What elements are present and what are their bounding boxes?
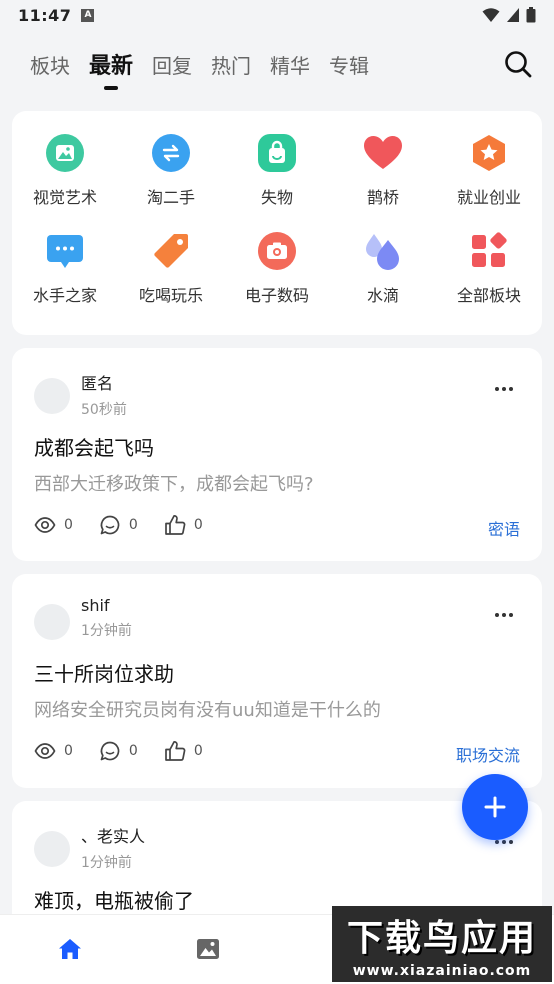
eye-icon [34,743,56,759]
eye-icon [34,517,56,533]
heart-icon [363,133,403,173]
avatar[interactable] [34,831,70,867]
post-card[interactable]: shif 1分钟前 三十所岗位求助 网络安全研究员岗有没有uu知道是干什么的 0… [12,574,542,788]
comment-icon [100,515,120,535]
avatar[interactable] [34,604,70,640]
gallery-icon[interactable] [195,937,221,961]
category-electronics[interactable]: 电子数码 [224,231,330,329]
comment-icon [100,741,120,761]
chat-bubble-icon [45,231,85,271]
star-badge-icon [469,133,509,173]
category-sailor-home[interactable]: 水手之家 [12,231,118,329]
like-count-value: 0 [193,517,203,533]
category-grid-card: 视觉艺术 淘二手 失物 鹊桥 就业创业 水手之家 吃喝玩乐 电子数码 水滴 全部… [12,111,542,335]
category-lost-found[interactable]: 失物 [224,133,330,231]
camera-icon [257,231,297,271]
category-label: 电子数码 [244,286,309,305]
category-all-sections[interactable]: 全部板块 [436,231,542,329]
exchange-icon [151,133,191,173]
category-label: 全部板块 [456,286,521,305]
watermark-logo: 下载鸟应用 www.xiazainiao.com [332,906,552,982]
wifi-icon [482,8,500,22]
signal-icon [507,8,519,22]
like-count[interactable]: 0 [164,514,203,536]
avatar[interactable] [34,378,70,414]
category-jobs[interactable]: 就业创业 [436,133,542,231]
category-second-hand[interactable]: 淘二手 [118,133,224,231]
home-icon[interactable] [57,937,83,961]
post-excerpt[interactable]: 西部大迁移政策下，成都会起飞吗? [34,470,314,496]
post-time: 50秒前 [81,402,127,418]
post-stats: 0 0 0 [34,514,229,536]
category-label: 淘二手 [146,188,195,207]
search-icon[interactable] [504,50,532,78]
status-time: 11:47 [18,5,72,25]
notification-a-icon: A [81,8,95,22]
category-food-fun[interactable]: 吃喝玩乐 [118,231,224,329]
post-author[interactable]: 匿名 [81,370,127,394]
view-count: 0 [34,514,73,536]
plus-icon [484,796,506,818]
battery-icon [526,7,536,23]
drops-icon [363,231,403,271]
category-label: 失物 [260,188,293,207]
post-title[interactable]: 三十所岗位求助 [34,658,174,687]
post-stats: 0 0 0 [34,740,229,762]
post-card[interactable]: 匿名 50秒前 成都会起飞吗 西部大迁移政策下，成都会起飞吗? 0 0 0 密语 [12,348,542,561]
post-author[interactable]: 、老实人 [81,823,145,847]
bag-icon [257,133,297,173]
feed-tabs: 板块 最新 回复 热门 精华 专辑 [30,40,369,88]
tab-sections[interactable]: 板块 [30,50,70,79]
tab-latest[interactable]: 最新 [89,48,133,80]
tab-hot[interactable]: 热门 [211,50,251,79]
category-label: 水手之家 [32,286,97,305]
comment-count-value: 0 [128,517,138,533]
view-count-value: 0 [64,743,73,759]
thumbs-up-icon [164,741,186,761]
grid-icon [469,231,509,271]
category-label: 水滴 [366,286,399,305]
tag-icon [151,231,191,271]
category-label: 视觉艺术 [32,188,97,207]
tab-replies[interactable]: 回复 [152,50,192,79]
more-options-icon[interactable] [494,610,514,620]
post-time: 1分钟前 [81,855,132,871]
view-count: 0 [34,740,73,762]
like-count-value: 0 [193,743,203,759]
post-title[interactable]: 难顶，电瓶被偷了 [34,885,194,914]
post-author[interactable]: shif [81,596,132,615]
category-visual-art[interactable]: 视觉艺术 [12,133,118,231]
category-label: 就业创业 [456,188,521,207]
image-icon [45,133,85,173]
category-label: 吃喝玩乐 [138,286,203,305]
status-bar: 11:47 A [0,0,554,30]
comment-count[interactable]: 0 [99,514,138,536]
more-options-icon[interactable] [494,384,514,394]
comment-count-value: 0 [128,743,138,759]
view-count-value: 0 [64,517,73,533]
watermark-url: www.xiazainiao.com [352,963,532,979]
post-title[interactable]: 成都会起飞吗 [34,432,154,461]
like-count[interactable]: 0 [164,740,203,762]
post-excerpt[interactable]: 网络安全研究员岗有没有uu知道是干什么的 [34,696,381,722]
post-section-tag[interactable]: 密语 [488,516,520,540]
watermark-text: 下载鸟应用 [346,918,537,959]
tab-albums[interactable]: 专辑 [329,50,369,79]
post-section-tag[interactable]: 职场交流 [456,742,520,766]
thumbs-up-icon [164,515,186,535]
category-water-drop[interactable]: 水滴 [330,231,436,329]
new-post-button[interactable] [462,774,528,840]
category-label: 鹊桥 [366,188,399,207]
category-matchmaking[interactable]: 鹊桥 [330,133,436,231]
post-time: 1分钟前 [81,623,132,639]
comment-count[interactable]: 0 [99,740,138,762]
tab-featured[interactable]: 精华 [270,50,310,79]
